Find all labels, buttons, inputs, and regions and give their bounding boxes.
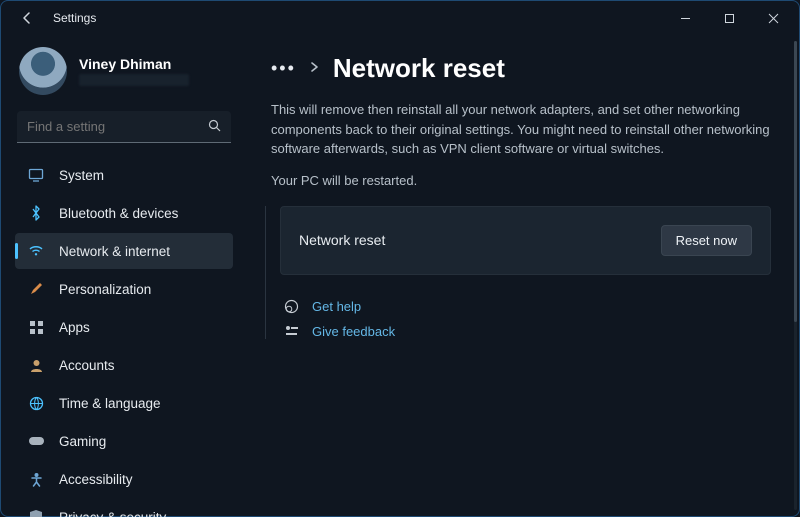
get-help-label: Get help [312, 299, 361, 314]
sidebar-item-label: Bluetooth & devices [59, 206, 178, 221]
avatar [19, 47, 67, 95]
user-email-redacted [79, 74, 189, 86]
wifi-icon [27, 242, 45, 260]
reset-now-button[interactable]: Reset now [661, 225, 752, 256]
window-controls [663, 3, 795, 33]
sidebar-item-label: Network & internet [59, 244, 170, 259]
card-label: Network reset [299, 232, 385, 248]
scrollbar-thumb[interactable] [794, 41, 797, 322]
get-help-link[interactable]: Get help [282, 299, 771, 314]
minimize-button[interactable] [663, 3, 707, 33]
sidebar-item-label: Privacy & security [59, 510, 166, 517]
sidebar-item-label: Time & language [59, 396, 161, 411]
sidebar-item-label: System [59, 168, 104, 183]
bluetooth-icon [27, 204, 45, 222]
gamepad-icon [27, 432, 45, 450]
user-name: Viney Dhiman [79, 56, 189, 72]
sidebar-item-accessibility[interactable]: Accessibility [15, 461, 233, 497]
titlebar: Settings [1, 1, 799, 35]
search-icon [208, 119, 221, 135]
globe-clock-icon [27, 394, 45, 412]
help-links: Get help Give feedback [282, 299, 771, 339]
sidebar-item-network[interactable]: Network & internet [15, 233, 233, 269]
sidebar-item-gaming[interactable]: Gaming [15, 423, 233, 459]
apps-icon [27, 318, 45, 336]
sidebar-item-label: Personalization [59, 282, 151, 297]
network-reset-card: Network reset Reset now [280, 206, 771, 275]
feedback-icon [282, 324, 300, 339]
maximize-button[interactable] [707, 3, 751, 33]
paintbrush-icon [27, 280, 45, 298]
restart-note: Your PC will be restarted. [271, 173, 771, 188]
accessibility-icon [27, 470, 45, 488]
profile-block[interactable]: Viney Dhiman [19, 47, 229, 95]
sidebar-item-label: Accessibility [59, 472, 133, 487]
give-feedback-link[interactable]: Give feedback [282, 324, 771, 339]
close-button[interactable] [751, 3, 795, 33]
breadcrumb-overflow-button[interactable]: ••• [271, 58, 296, 79]
sidebar-item-time-language[interactable]: Time & language [15, 385, 233, 421]
sidebar-item-label: Gaming [59, 434, 106, 449]
app-title: Settings [53, 11, 96, 25]
shield-icon [27, 508, 45, 517]
help-icon [282, 299, 300, 314]
system-icon [27, 166, 45, 184]
search-input[interactable] [17, 111, 231, 143]
person-icon [27, 356, 45, 374]
main-content: ••• Network reset This will remove then … [243, 35, 799, 516]
sidebar-item-privacy[interactable]: Privacy & security [15, 499, 233, 517]
sidebar-scrollbar[interactable] [794, 41, 797, 510]
back-button[interactable] [15, 6, 39, 30]
sidebar-item-apps[interactable]: Apps [15, 309, 233, 345]
sidebar-item-label: Apps [59, 320, 90, 335]
page-title: Network reset [333, 53, 505, 84]
sidebar-item-accounts[interactable]: Accounts [15, 347, 233, 383]
chevron-right-icon [310, 61, 319, 76]
sidebar-item-personalization[interactable]: Personalization [15, 271, 233, 307]
breadcrumb: ••• Network reset [271, 53, 771, 84]
page-description: This will remove then reinstall all your… [271, 100, 771, 159]
nav-list: System Bluetooth & devices Network & int… [15, 157, 233, 517]
sidebar-item-bluetooth[interactable]: Bluetooth & devices [15, 195, 233, 231]
sidebar-item-label: Accounts [59, 358, 115, 373]
sidebar-item-system[interactable]: System [15, 157, 233, 193]
sidebar: Viney Dhiman System Bluetooth & devic [1, 35, 243, 516]
search-box[interactable] [17, 111, 231, 143]
give-feedback-label: Give feedback [312, 324, 395, 339]
